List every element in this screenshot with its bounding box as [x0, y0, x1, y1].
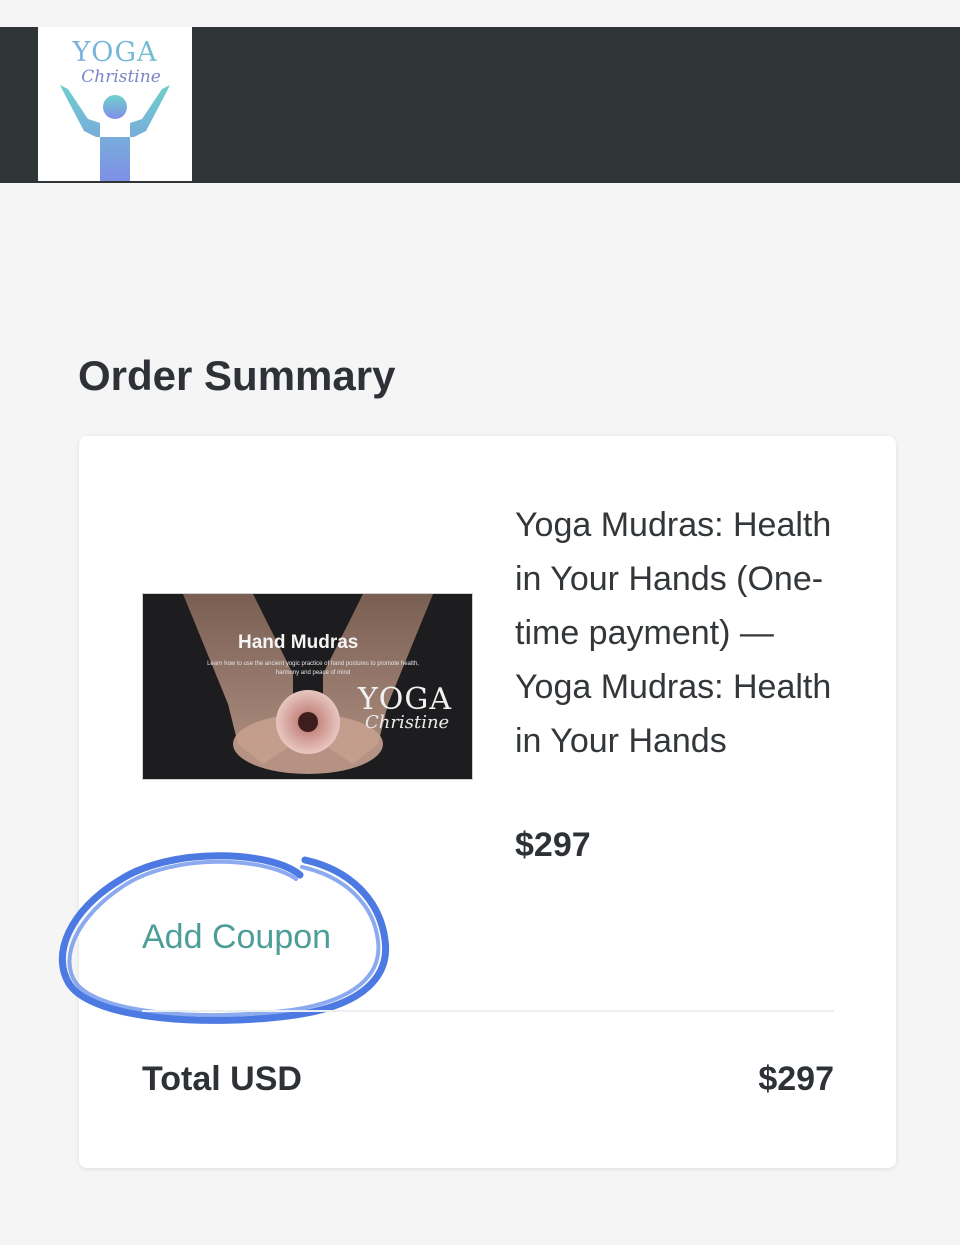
thumbnail-title: Hand Mudras — [238, 632, 359, 653]
thumbnail-logo-script: Christine — [365, 712, 450, 733]
product-price: $297 — [515, 826, 591, 864]
divider — [142, 1010, 834, 1012]
site-logo[interactable]: YOGA Christine — [38, 27, 192, 181]
add-coupon-link[interactable]: Add Coupon — [142, 918, 331, 957]
thumbnail-subtitle: Learn how to use the ancient yogic pract… — [207, 661, 419, 676]
total-value: $297 — [758, 1060, 834, 1098]
product-name: Yoga Mudras: Health in Your Hands (One-t… — [515, 506, 832, 760]
logo-wordmark: YOGA — [38, 37, 192, 68]
total-label: Total USD — [142, 1060, 302, 1098]
page-title: Order Summary — [78, 352, 396, 399]
product-thumbnail: Hand Mudras Learn how to use the ancient… — [142, 593, 473, 780]
top-strip — [0, 0, 960, 27]
logo-script: Christine — [81, 67, 161, 87]
